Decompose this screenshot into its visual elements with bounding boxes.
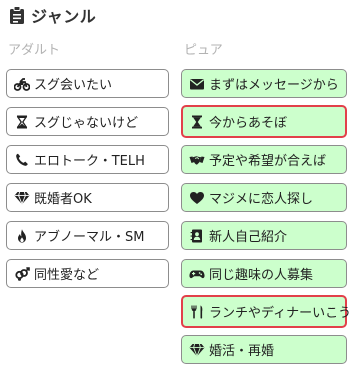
- genre-button-onaji-shumi[interactable]: 同じ趣味の人募集: [181, 259, 347, 288]
- genre-button-konkatsu[interactable]: 婚活・再婚: [181, 335, 347, 364]
- gamepad-icon: [189, 270, 205, 278]
- genre-label: 今からあそぼ: [209, 116, 288, 131]
- genre-button-douseiai[interactable]: 同性愛など: [6, 259, 169, 288]
- hourglass-icon: [16, 115, 28, 128]
- genre-button-yotei-kibou[interactable]: 予定や希望が合えば: [181, 145, 347, 174]
- address-book-icon: [190, 229, 202, 242]
- genre-label: 新人自己紹介: [209, 230, 288, 245]
- page-title: ジャンル: [31, 7, 97, 26]
- genre-button-sugu-aitai[interactable]: スグ会いたい: [6, 69, 169, 98]
- motorcycle-icon: [14, 77, 30, 91]
- handshake-icon: [189, 155, 205, 165]
- envelope-icon: [189, 78, 205, 89]
- genre-button-abnormal-sm[interactable]: アブノーマル・SM: [6, 221, 169, 250]
- flame-icon: [18, 228, 26, 243]
- pure-column-label: ピュア: [184, 43, 223, 58]
- gender-symbol-icon: [15, 266, 30, 281]
- genre-label: 予定や希望が合えば: [209, 154, 327, 169]
- genre-button-ero-talk[interactable]: エロトーク・TELH: [6, 145, 169, 174]
- utensils-icon: [191, 305, 203, 318]
- genre-label: 婚活・再婚: [209, 344, 275, 359]
- genre-label: 同性愛など: [34, 268, 100, 283]
- genre-button-shinjin-jiko[interactable]: 新人自己紹介: [181, 221, 347, 250]
- phone-icon: [16, 153, 28, 166]
- adult-column-label: アダルト: [8, 43, 61, 58]
- genre-button-ima-kara-asobo[interactable]: 今からあそぼ: [181, 105, 347, 138]
- heart-icon: [190, 191, 204, 204]
- genre-label: マジメに恋人探し: [209, 192, 314, 207]
- diamond-icon: [189, 343, 205, 356]
- genre-button-kikonsha-ok[interactable]: 既婚者OK: [6, 183, 169, 212]
- genre-button-lunch-dinner[interactable]: ランチやディナーいこう: [181, 295, 351, 328]
- genre-label: スグ会いたい: [34, 78, 113, 93]
- genre-label: エロトーク・TELH: [34, 154, 145, 169]
- genre-button-sugu-janai[interactable]: スグじゃないけど: [6, 107, 169, 136]
- diamond-icon: [14, 191, 30, 204]
- genre-header: ジャンル: [9, 4, 96, 26]
- genre-button-majime-koibito[interactable]: マジメに恋人探し: [181, 183, 347, 212]
- genre-label: アブノーマル・SM: [34, 230, 145, 245]
- clipboard-icon: [10, 6, 24, 24]
- genre-label: 既婚者OK: [34, 192, 92, 207]
- genre-button-message-first[interactable]: まずはメッセージから: [181, 69, 347, 98]
- genre-label: ランチやディナーいこう: [209, 306, 352, 321]
- genre-label: まずはメッセージから: [209, 78, 339, 93]
- hourglass-icon: [192, 115, 202, 128]
- genre-label: 同じ趣味の人募集: [209, 268, 314, 283]
- genre-label: スグじゃないけど: [34, 116, 139, 131]
